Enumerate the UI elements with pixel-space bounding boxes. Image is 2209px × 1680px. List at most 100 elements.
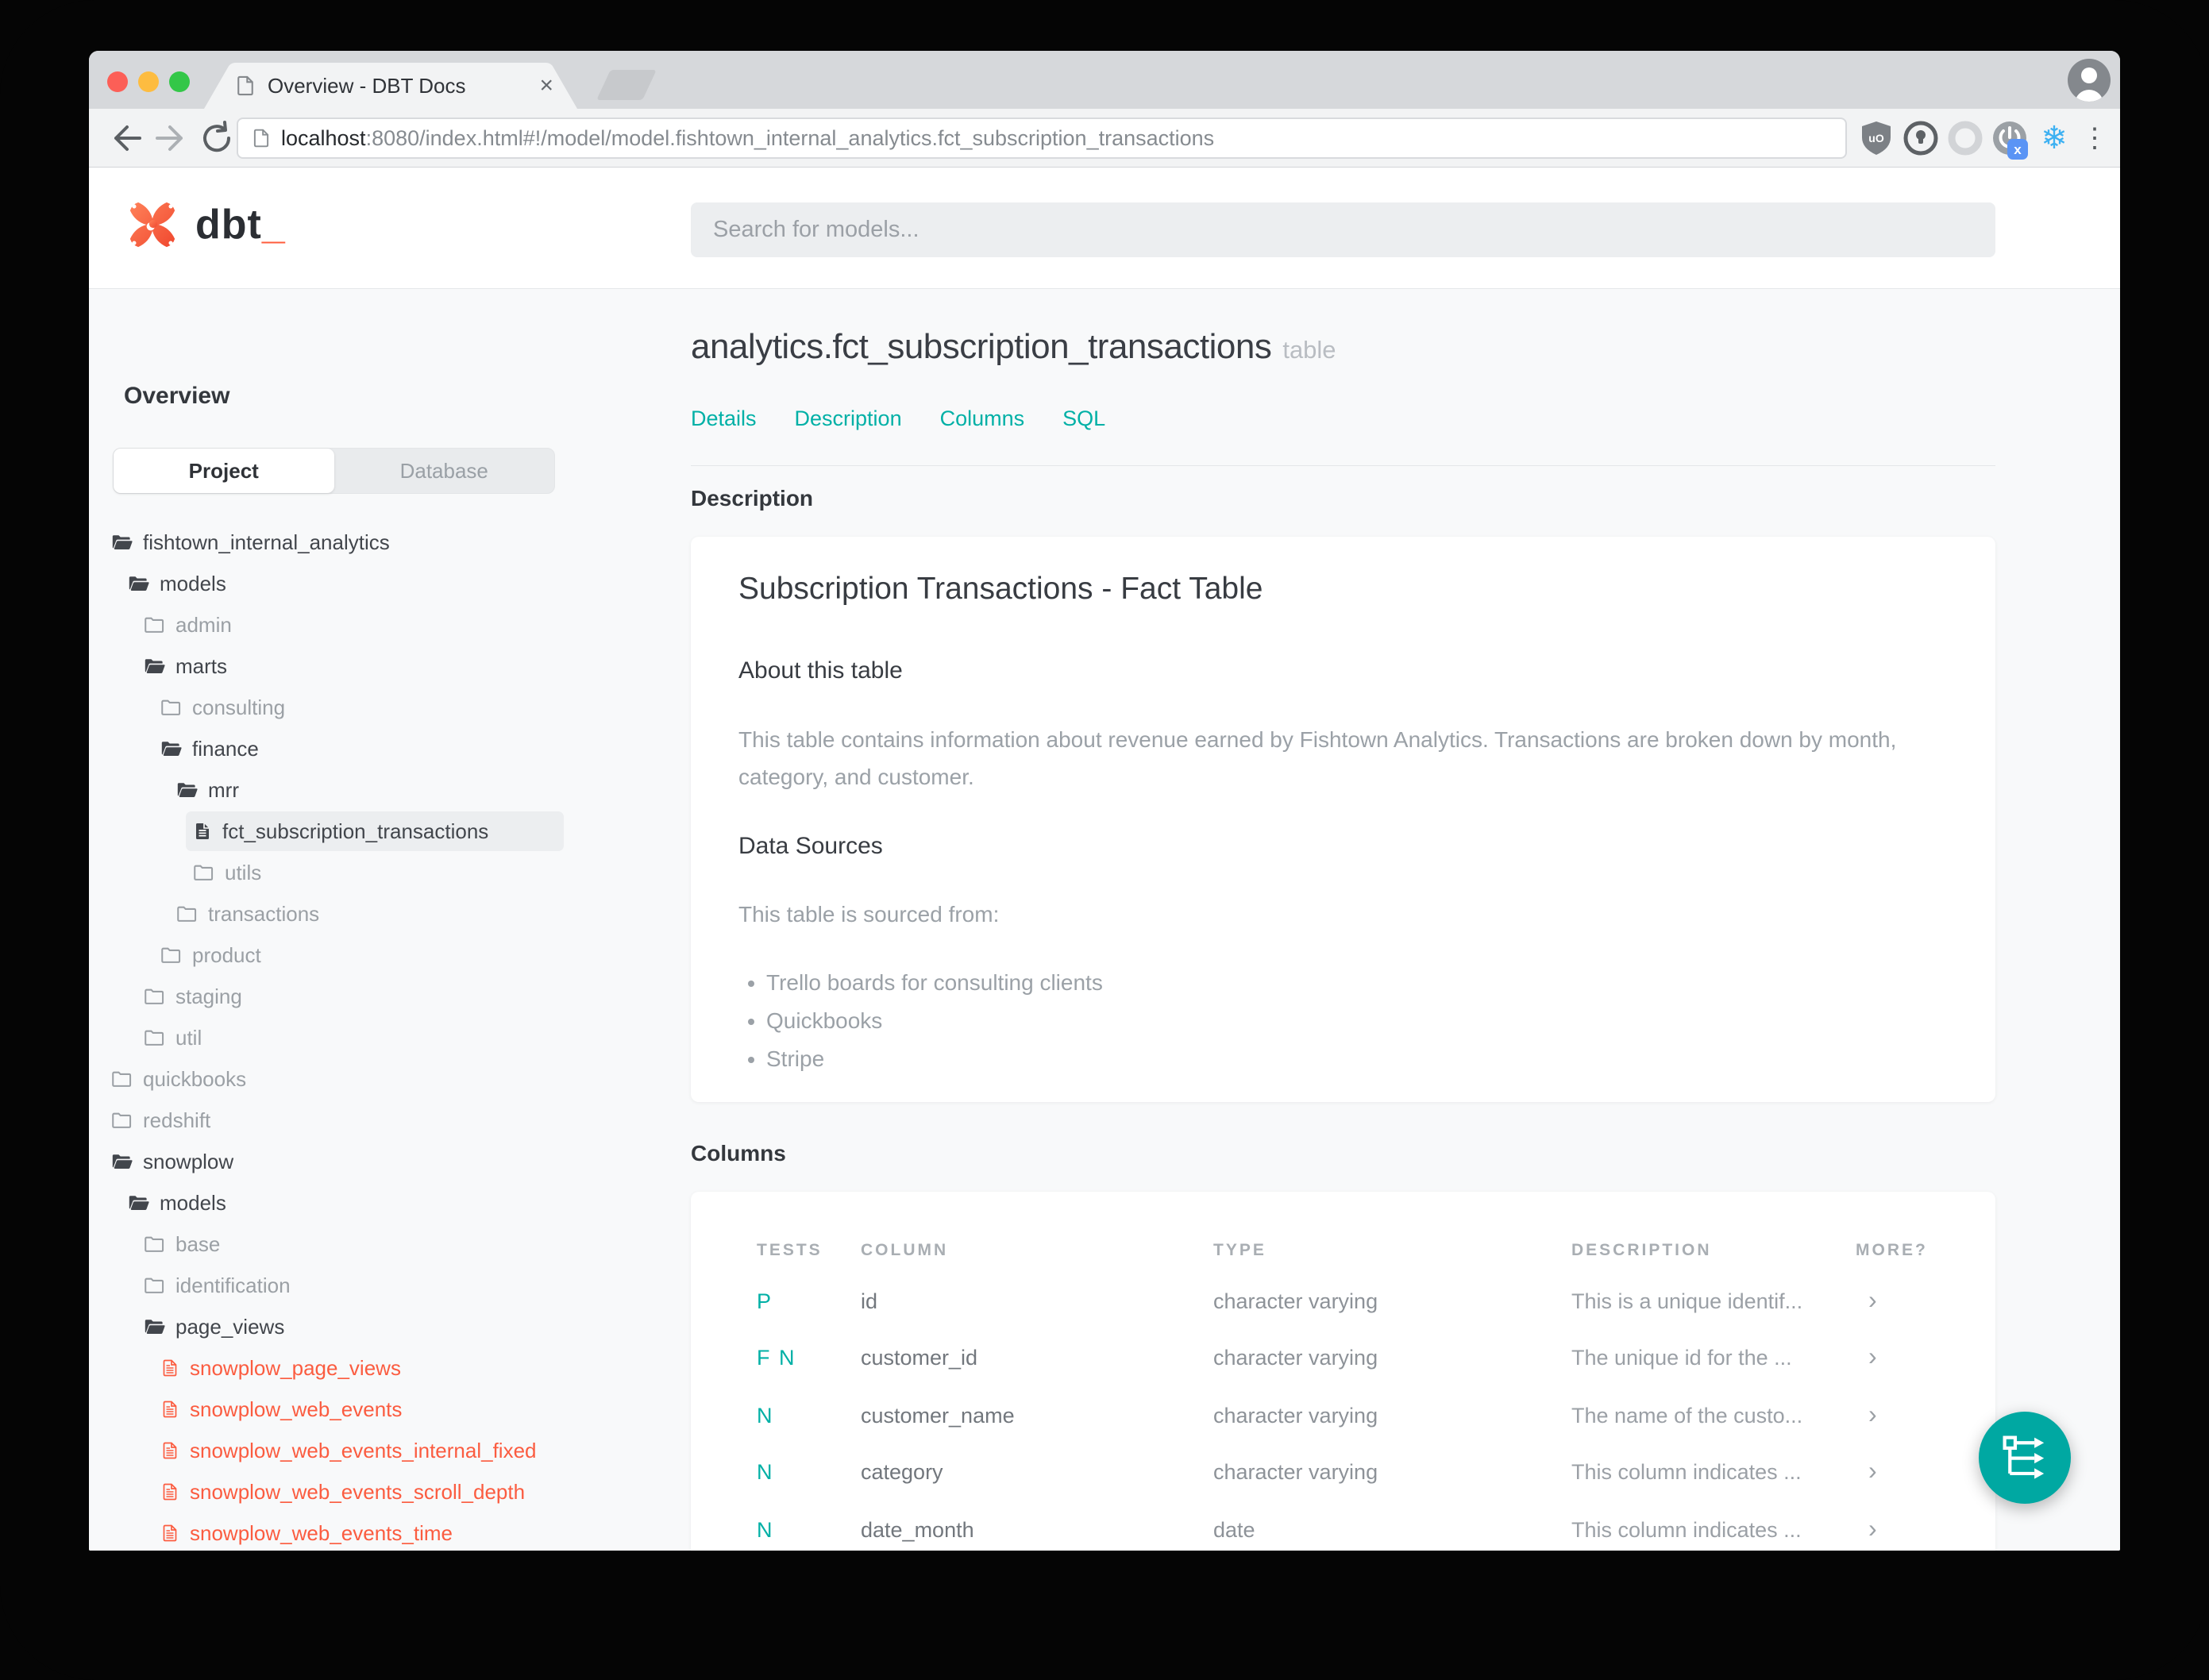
tree-item-snowplow_web_events_time[interactable]: snowplow_web_events_time	[89, 1512, 673, 1551]
tree-item-marts[interactable]: marts	[89, 645, 673, 687]
opera-extension-icon[interactable]	[1945, 118, 1985, 158]
forward-icon[interactable]	[152, 119, 191, 157]
tree-item-models[interactable]: models	[89, 1182, 673, 1223]
tree-item-models[interactable]: models	[89, 563, 673, 604]
lineage-graph-icon	[2003, 1435, 2045, 1479]
folder-open-icon	[128, 1193, 149, 1212]
lineage-graph-fab-button[interactable]	[1979, 1412, 2071, 1504]
onepassword-extension-icon[interactable]	[1901, 118, 1941, 158]
model-file-icon	[160, 1441, 179, 1460]
nav-link-sql[interactable]: SQL	[1062, 407, 1105, 431]
column-header-tests: TESTS	[757, 1241, 823, 1259]
dbt-logo[interactable]: dbt _	[127, 199, 285, 250]
tree-item-snowplow_page_views[interactable]: snowplow_page_views	[89, 1347, 673, 1389]
new-tab-button[interactable]	[596, 70, 657, 100]
doc-sources-heading: Data Sources	[738, 833, 883, 859]
screenshot-canvas: Overview - DBT Docs × localhost:8080/ind…	[0, 0, 2209, 1680]
column-header-more: MORE?	[1856, 1241, 1928, 1259]
browser-tab[interactable]: Overview - DBT Docs ×	[204, 63, 577, 109]
expand-row-icon[interactable]: ›	[1868, 1342, 1877, 1371]
file-tree: fishtown_internal_analytics models admin…	[89, 522, 673, 1551]
doc-about-heading: About this table	[738, 657, 903, 684]
tree-item-base[interactable]: base	[89, 1223, 673, 1265]
page-icon	[253, 128, 270, 148]
tree-item-snowplow_web_events_scroll_depth[interactable]: snowplow_web_events_scroll_depth	[89, 1471, 673, 1512]
file-icon	[193, 822, 212, 841]
tree-item-util[interactable]: util	[89, 1017, 673, 1058]
tab-close-icon[interactable]: ×	[539, 74, 553, 98]
nav-link-details[interactable]: Details	[691, 407, 757, 431]
model-file-icon	[160, 1482, 179, 1501]
back-icon[interactable]	[106, 119, 145, 157]
folder-icon	[144, 1235, 165, 1254]
folder-open-icon	[144, 1317, 165, 1336]
expand-row-icon[interactable]: ›	[1868, 1285, 1877, 1315]
tree-item-fct_subscription_transactions[interactable]: fct_subscription_transactions	[89, 811, 673, 852]
url-text: localhost:8080/index.html#!/model/model.…	[281, 126, 1214, 151]
tree-item-fishtown_internal_analytics[interactable]: fishtown_internal_analytics	[89, 522, 673, 563]
model-file-icon	[160, 1524, 179, 1543]
tree-item-staging[interactable]: staging	[89, 976, 673, 1017]
nav-link-description[interactable]: Description	[795, 407, 902, 431]
browser-window: Overview - DBT Docs × localhost:8080/ind…	[89, 51, 2120, 1551]
doc-sources-list: Trello boards for consulting clients Qui…	[766, 970, 1103, 1085]
model-file-icon	[160, 1400, 179, 1419]
tree-item-quickbooks[interactable]: quickbooks	[89, 1058, 673, 1100]
folder-open-icon	[160, 739, 182, 758]
expand-row-icon[interactable]: ›	[1868, 1514, 1877, 1543]
tree-item-snowplow_web_events[interactable]: snowplow_web_events	[89, 1389, 673, 1430]
tab-title: Overview - DBT Docs	[268, 73, 466, 98]
expand-row-icon[interactable]: ›	[1868, 1456, 1877, 1485]
toggle-project-button[interactable]: Project	[114, 449, 334, 493]
columns-card: TESTS COLUMN TYPE DESCRIPTION MORE? P id…	[691, 1192, 1995, 1551]
reload-icon[interactable]	[199, 119, 237, 157]
dbt-logo-icon	[129, 202, 175, 248]
power-extension-icon[interactable]: x	[1990, 118, 2030, 160]
tree-item-identification[interactable]: identification	[89, 1265, 673, 1306]
tree-item-mrr[interactable]: mrr	[89, 769, 673, 811]
tree-item-finance[interactable]: finance	[89, 728, 673, 769]
expand-row-icon[interactable]: ›	[1868, 1400, 1877, 1429]
column-header-type: TYPE	[1213, 1241, 1266, 1259]
url-bar[interactable]: localhost:8080/index.html#!/model/model.…	[237, 118, 1847, 159]
sidebar-overview-label[interactable]: Overview	[124, 383, 229, 410]
tree-item-product[interactable]: product	[89, 934, 673, 976]
columns-section-label: Columns	[691, 1141, 786, 1166]
logo-underscore: _	[261, 202, 285, 248]
tree-item-consulting[interactable]: consulting	[89, 687, 673, 728]
zoom-window-button[interactable]	[169, 71, 190, 92]
nav-link-columns[interactable]: Columns	[940, 407, 1025, 431]
url-host: localhost	[281, 125, 366, 150]
folder-open-icon	[111, 1152, 133, 1171]
tree-item-redshift[interactable]: redshift	[89, 1100, 673, 1141]
browser-toolbar: localhost:8080/index.html#!/model/model.…	[89, 109, 2120, 168]
sidebar-toggle: Project Database	[113, 448, 555, 494]
url-path: :8080/index.html#!/model/model.fishtown_…	[365, 125, 1215, 150]
snowflake-extension-icon[interactable]: ❄	[2034, 118, 2074, 158]
tree-item-snowplow[interactable]: snowplow	[89, 1141, 673, 1182]
materialization-badge: table	[1282, 336, 1336, 364]
close-window-button[interactable]	[107, 71, 128, 92]
tree-item-transactions[interactable]: transactions	[89, 893, 673, 934]
minimize-window-button[interactable]	[138, 71, 159, 92]
folder-icon	[176, 904, 198, 923]
folder-icon	[144, 615, 165, 634]
doc-sources-intro: This table is sourced from:	[738, 902, 1000, 927]
toggle-database-button[interactable]: Database	[334, 449, 555, 493]
source-item: Stripe	[766, 1046, 1103, 1072]
doc-about-text: This table contains information about re…	[738, 727, 1897, 789]
page-title: analytics.fct_subscription_transactions t…	[691, 327, 1336, 366]
doc-title: Subscription Transactions - Fact Table	[738, 572, 1263, 606]
column-header-column: COLUMN	[861, 1241, 949, 1259]
description-section-label: Description	[691, 486, 814, 511]
browser-menu-icon[interactable]: ⋮	[2079, 120, 2111, 156]
tree-item-snowplow_web_events_internal_fixed[interactable]: snowplow_web_events_internal_fixed	[89, 1430, 673, 1471]
tree-item-admin[interactable]: admin	[89, 604, 673, 645]
search-input[interactable]	[691, 202, 1995, 257]
ublock-extension-icon[interactable]: uO	[1856, 118, 1896, 158]
description-card: Subscription Transactions - Fact Table A…	[691, 537, 1995, 1102]
tree-item-utils[interactable]: utils	[89, 852, 673, 893]
tree-item-page_views[interactable]: page_views	[89, 1306, 673, 1347]
profile-avatar-icon[interactable]	[2067, 58, 2111, 102]
folder-icon	[111, 1111, 133, 1130]
